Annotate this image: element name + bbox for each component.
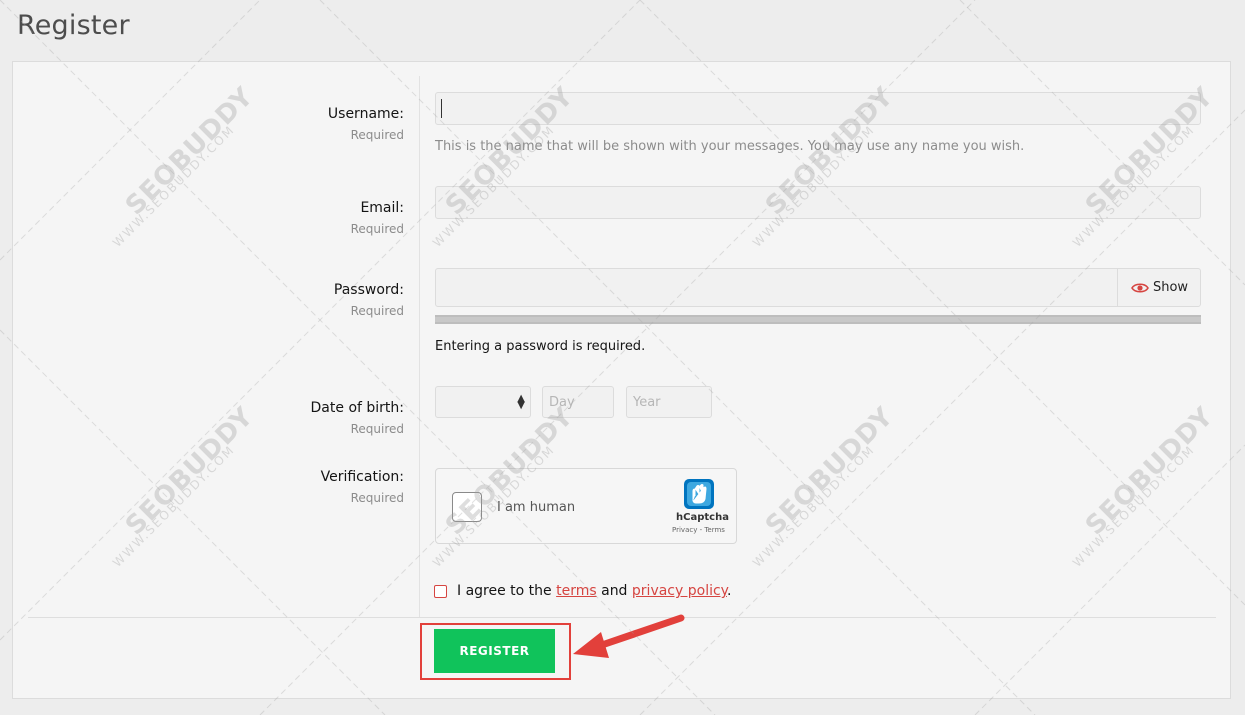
pointer-arrow-icon (573, 614, 685, 658)
hcaptcha-logo-icon (684, 479, 714, 509)
agree-checkbox[interactable] (434, 585, 447, 598)
page-title: Register (17, 10, 130, 41)
username-required: Required (350, 128, 404, 142)
dob-year-input[interactable]: Year (626, 386, 712, 418)
email-input[interactable] (435, 186, 1201, 219)
email-label: Email: (360, 200, 404, 216)
email-required: Required (350, 222, 404, 236)
verification-label: Verification: (320, 469, 404, 485)
text-cursor (441, 99, 442, 118)
dob-label: Date of birth: (310, 400, 404, 416)
select-updown-icon: ▲ ▼ (517, 393, 525, 411)
agree-prefix: I agree to the (457, 583, 552, 599)
username-hint: This is the name that will be shown with… (435, 139, 1025, 154)
dob-month-select[interactable]: ▲ ▼ (435, 386, 531, 418)
hcaptcha-widget: I am human hCaptcha Privacy - Terms (435, 468, 737, 544)
register-form-panel (12, 61, 1231, 699)
privacy-policy-link[interactable]: privacy policy (632, 583, 727, 599)
agree-text: I agree to the terms and privacy policy. (457, 583, 731, 599)
captcha-checkbox[interactable] (452, 492, 482, 522)
label-divider (419, 76, 420, 617)
password-required: Required (350, 304, 404, 318)
password-input[interactable] (435, 268, 1201, 307)
register-button[interactable]: REGISTER (434, 629, 555, 673)
hcaptcha-brand: hCaptcha (676, 512, 729, 523)
dob-day-input[interactable]: Day (542, 386, 614, 418)
captcha-text: I am human (497, 500, 576, 515)
dob-required: Required (350, 422, 404, 436)
username-input[interactable] (435, 92, 1201, 125)
password-strength-meter (435, 315, 1201, 324)
agree-and: and (601, 583, 628, 599)
verification-required: Required (350, 491, 404, 505)
show-password-label: Show (1152, 280, 1189, 295)
hcaptcha-links[interactable]: Privacy - Terms (672, 526, 725, 534)
agree-suffix: . (726, 583, 732, 599)
password-message: Entering a password is required. (435, 339, 646, 354)
password-label: Password: (333, 282, 404, 298)
show-password-button[interactable]: Show (1117, 268, 1201, 307)
eye-icon (1131, 282, 1149, 293)
username-label: Username: (327, 106, 404, 122)
terms-link[interactable]: terms (556, 583, 597, 599)
